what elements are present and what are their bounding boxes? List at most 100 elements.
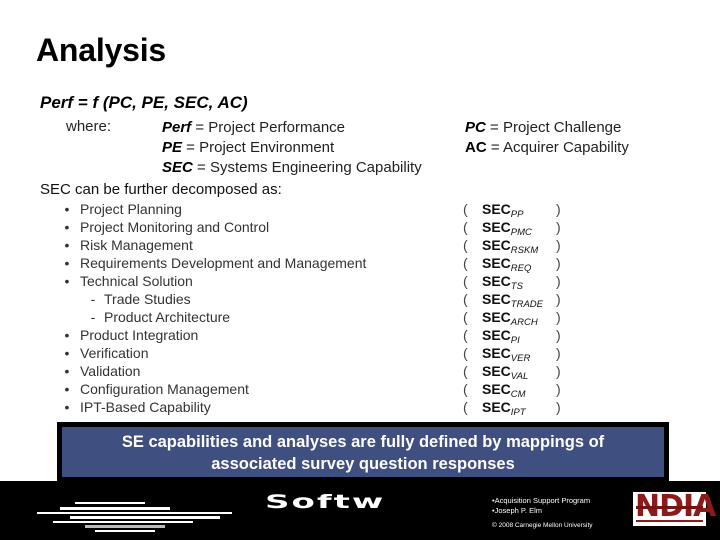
list-item-label: Project Monitoring and Control — [80, 219, 270, 235]
software-logo-text: Softw — [265, 491, 386, 513]
list-item-label: Technical Solution — [80, 273, 193, 289]
list-item: • IPT-Based Capability — [60, 398, 366, 416]
list-item-label: Validation — [80, 363, 141, 379]
abbreviation-list: (SECPP)(SECPMC)(SECRSKM)(SECREQ)(SECTS)(… — [463, 200, 573, 418]
decomposition-heading: SEC can be further decomposed as: — [40, 181, 282, 198]
abbreviation-base: SEC — [482, 255, 511, 271]
ndia-logo-band — [636, 506, 703, 509]
footer-info: •Acquisition Support Program •Joseph P. … — [492, 496, 593, 531]
abbreviation-item: (SECREQ) — [463, 254, 573, 274]
open-paren: ( — [463, 363, 468, 379]
definition-ac: AC = Acquirer Capability — [465, 138, 629, 158]
abbreviation-subscript: IPT — [510, 407, 526, 418]
definition-term: PE — [162, 139, 183, 156]
close-paren: ) — [556, 201, 561, 217]
list-item: • Product Integration — [60, 326, 366, 344]
abbreviation-item: (SECTRADE) — [463, 290, 573, 310]
list-item-label: Project Planning — [80, 201, 182, 217]
abbreviation-base: SEC — [482, 219, 511, 235]
list-item-label: Product Integration — [80, 327, 199, 343]
abbreviation-base: SEC — [482, 381, 511, 397]
bullet-icon: • — [64, 399, 70, 415]
list-item: • Requirements Development and Management — [60, 254, 367, 272]
close-paren: ) — [556, 237, 561, 253]
abbreviation: SECIPT — [482, 398, 526, 422]
where-label: where: — [66, 118, 112, 135]
definition-desc: = Systems Engineering Capability — [192, 159, 422, 176]
bullet-icon: • — [64, 219, 70, 235]
definition-term: SEC — [162, 159, 193, 176]
dash-bullet-icon: - — [90, 291, 96, 307]
close-paren: ) — [556, 219, 561, 235]
open-paren: ( — [463, 399, 468, 415]
close-paren: ) — [556, 327, 561, 343]
abbreviation-base: SEC — [482, 291, 511, 307]
definition-pe: PE = Project Environment — [162, 138, 422, 158]
abbreviation-item: (SECVAL) — [463, 362, 573, 382]
footer-copyright: © 2008 Carnegie Mellon University — [492, 522, 593, 529]
list-item: • Technical Solution — [60, 272, 366, 290]
bullet-icon: • — [64, 345, 70, 361]
bullet-icon: • — [64, 363, 70, 379]
callout-line-2: associated survey question responses — [211, 455, 515, 473]
open-paren: ( — [463, 273, 468, 289]
performance-formula: Perf = f (PC, PE, SEC, AC) — [40, 93, 248, 112]
definition-pc: PC = Project Challenge — [465, 118, 629, 138]
abbreviation-item: (SECTS) — [463, 272, 573, 292]
open-paren: ( — [463, 327, 468, 343]
sub-list-item: - Trade Studies — [60, 290, 366, 308]
definition-term: PC — [465, 119, 486, 136]
decomposition-list: • Project Planning • Project Monitoring and… — [60, 200, 367, 416]
list-item: • Configuration Management — [60, 380, 366, 398]
close-paren: ) — [556, 363, 561, 379]
abbreviation-base: SEC — [482, 345, 511, 361]
open-paren: ( — [463, 237, 468, 253]
bullet-icon: • — [64, 273, 70, 289]
close-paren: ) — [556, 255, 561, 271]
list-item: • Project Monitoring and Control — [60, 218, 366, 236]
close-paren: ) — [556, 309, 561, 325]
definition-desc: = Project Challenge — [485, 119, 622, 136]
close-paren: ) — [556, 345, 561, 361]
sei-logo-icon — [37, 502, 232, 532]
abbreviation-item: (SECPMC) — [463, 218, 573, 238]
abbreviation-item: (SECARCH) — [463, 308, 573, 328]
footer-author: •Joseph P. Elm — [492, 506, 543, 515]
close-paren: ) — [556, 381, 561, 397]
definitions-right: PC = Project Challenge AC = Acquirer Cap… — [465, 118, 629, 158]
close-paren: ) — [556, 399, 561, 415]
open-paren: ( — [463, 219, 468, 235]
abbreviation-base: SEC — [482, 363, 511, 379]
list-item-label: Requirements Development and Management — [80, 255, 367, 271]
definition-term: AC — [465, 139, 487, 156]
list-item: • Validation — [60, 362, 366, 380]
ndia-logo-subline — [636, 520, 703, 522]
abbreviation-base: SEC — [482, 309, 511, 325]
open-paren: ( — [463, 345, 468, 361]
callout-line-1: SE capabilities and analyses are fully d… — [121, 433, 605, 451]
abbreviation-base: SEC — [482, 399, 511, 415]
bullet-icon: • — [64, 327, 70, 343]
definitions-left: Perf = Project Performance PE = Project … — [162, 118, 422, 178]
definition-desc: = Project Performance — [191, 119, 346, 136]
open-paren: ( — [463, 201, 468, 217]
sub-list-item: - Product Architecture — [60, 308, 366, 326]
abbreviation-base: SEC — [482, 327, 511, 343]
definition-term: Perf — [162, 119, 192, 136]
callout-box: SE capabilities and analyses are fully d… — [57, 422, 669, 482]
list-item-label: Verification — [80, 345, 149, 361]
list-item-label: IPT-Based Capability — [80, 399, 211, 415]
list-item-label: Configuration Management — [80, 381, 249, 397]
abbreviation-base: SEC — [482, 201, 511, 217]
open-paren: ( — [463, 291, 468, 307]
ndia-logo: NDIA — [633, 492, 716, 526]
close-paren: ) — [556, 291, 561, 307]
abbreviation-base: SEC — [482, 237, 511, 253]
bullet-icon: • — [64, 381, 70, 397]
abbreviation-item: (SECVER) — [463, 344, 573, 364]
definition-desc: = Acquirer Capability — [486, 139, 629, 156]
bullet-icon: • — [64, 201, 70, 217]
abbreviation-item: (SECPI) — [463, 326, 573, 346]
list-item-label: Product Architecture — [104, 309, 231, 325]
abbreviation-item: (SECPP) — [463, 200, 573, 220]
